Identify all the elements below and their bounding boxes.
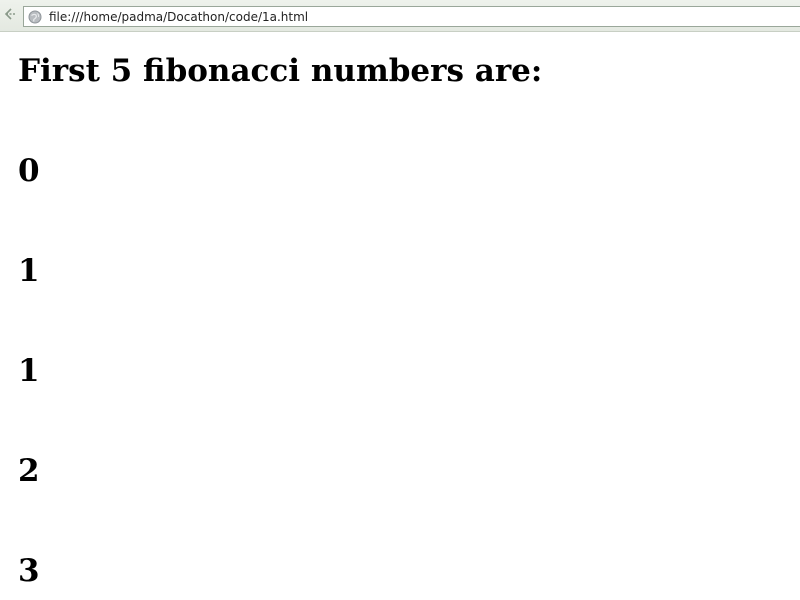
- fibonacci-number: 3: [18, 553, 40, 589]
- url-text: file:///home/padma/Docathon/code/1a.html: [49, 9, 309, 24]
- back-button[interactable]: [0, 6, 20, 26]
- fibonacci-number: 0: [18, 153, 40, 189]
- globe-icon: [28, 10, 42, 24]
- browser-toolbar: file:///home/padma/Docathon/code/1a.html: [0, 0, 800, 32]
- fibonacci-number: 1: [18, 253, 40, 289]
- fibonacci-number: 1: [18, 353, 40, 389]
- back-arrow-icon: [2, 6, 18, 27]
- fibonacci-number: 2: [18, 453, 40, 489]
- page-title: First 5 fibonacci numbers are:: [18, 53, 543, 89]
- page-content: First 5 fibonacci numbers are: 0 1 1 2 3: [0, 32, 800, 600]
- address-bar[interactable]: file:///home/padma/Docathon/code/1a.html: [23, 6, 800, 27]
